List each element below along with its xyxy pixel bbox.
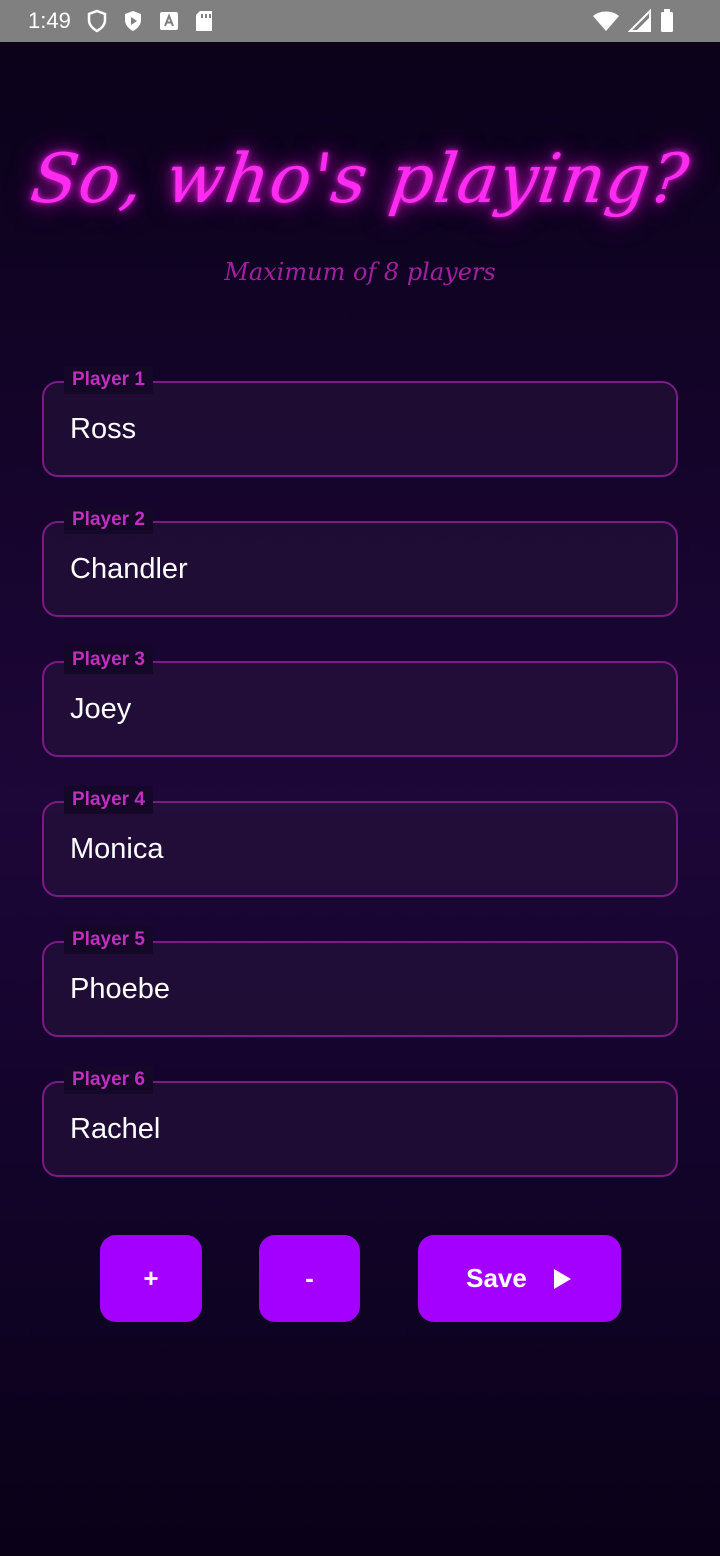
wifi-icon xyxy=(593,11,619,31)
player-field-3: Player 3 xyxy=(42,646,678,757)
status-icons-right xyxy=(592,9,674,33)
player-field-2: Player 2 xyxy=(42,506,678,617)
shield-outline-icon xyxy=(87,9,107,33)
remove-player-button[interactable]: - xyxy=(259,1235,360,1322)
play-arrow-icon xyxy=(553,1268,571,1289)
player-6-input[interactable] xyxy=(62,1097,658,1161)
player-field-label: Player 1 xyxy=(64,366,153,394)
player-field-label: Player 6 xyxy=(64,1066,153,1094)
save-button[interactable]: Save xyxy=(418,1235,621,1322)
battery-icon xyxy=(661,9,673,32)
player-field-label: Player 3 xyxy=(64,646,153,674)
player-field-label: Player 5 xyxy=(64,926,153,954)
player-field-5: Player 5 xyxy=(42,926,678,1037)
add-player-button[interactable]: + xyxy=(100,1235,202,1322)
status-bar: 1:49 xyxy=(0,0,720,42)
shield-filled-icon xyxy=(125,11,141,31)
player-2-input[interactable] xyxy=(62,537,658,601)
player-field-label: Player 4 xyxy=(64,786,153,814)
player-4-input[interactable] xyxy=(62,817,658,881)
status-time: 1:49 xyxy=(28,8,71,33)
player-1-input[interactable] xyxy=(62,397,658,461)
font-icon xyxy=(160,12,178,30)
page-subtitle: Maximum of 8 players xyxy=(224,258,496,286)
player-3-input[interactable] xyxy=(62,677,658,741)
sd-card-icon xyxy=(196,11,212,31)
page-title: So, who's playing? xyxy=(26,140,694,219)
player-field-6: Player 6 xyxy=(42,1066,678,1177)
player-field-label: Player 2 xyxy=(64,506,153,534)
player-5-input[interactable] xyxy=(62,957,658,1021)
status-icons-left xyxy=(86,9,214,33)
save-button-label: Save xyxy=(466,1263,527,1293)
player-field-4: Player 4 xyxy=(42,786,678,897)
player-field-1: Player 1 xyxy=(42,366,678,477)
signal-icon xyxy=(628,9,651,32)
